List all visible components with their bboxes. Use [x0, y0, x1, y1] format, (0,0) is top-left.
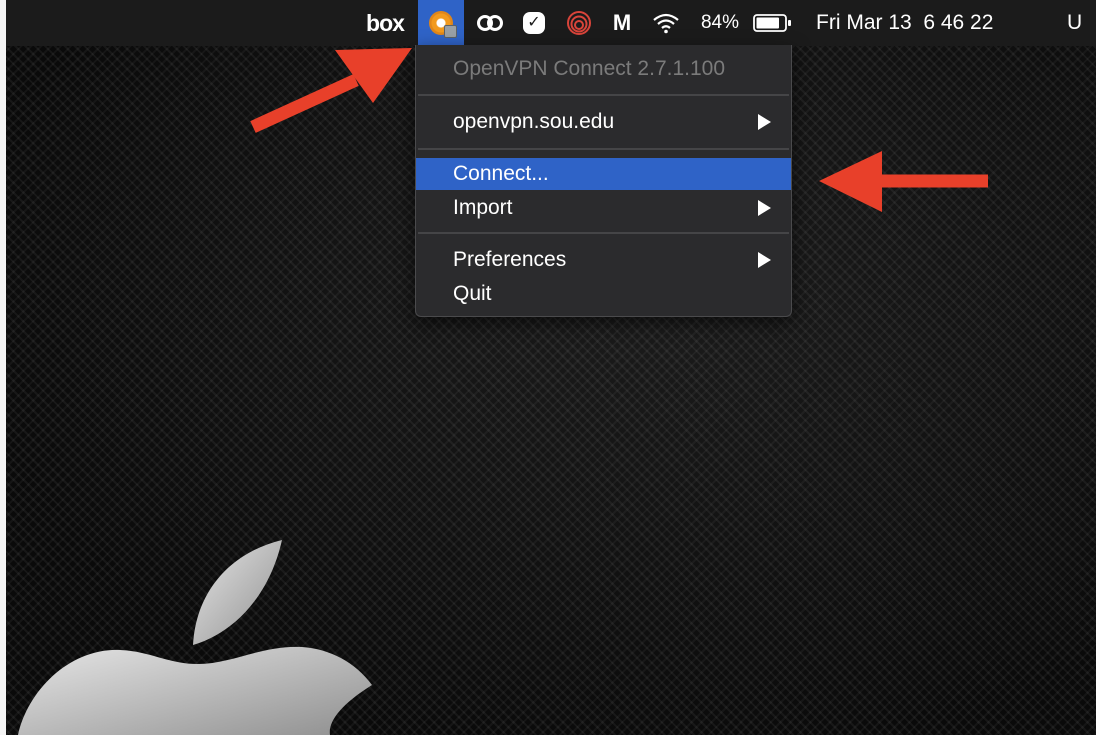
arrow-to-connect-item [819, 151, 988, 212]
arrow-to-openvpn-icon [250, 48, 412, 133]
annotation-arrows [250, 48, 988, 212]
